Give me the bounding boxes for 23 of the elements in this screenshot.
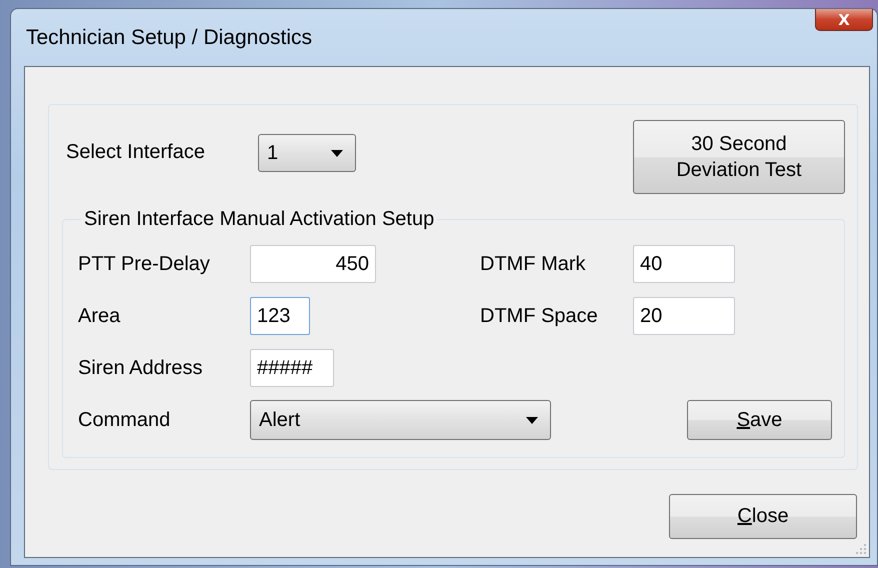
field-label: PTT Pre-Delay [78,252,211,276]
close-button[interactable]: X [815,9,873,31]
command-dropdown[interactable]: Alert [250,400,551,440]
deviation-test-button[interactable]: 30 Second Deviation Test [633,120,845,194]
field-label: DTMF Mark [480,252,587,276]
save-button[interactable]: Save [687,400,832,440]
input-field[interactable]: ##### [250,349,334,387]
interface-dropdown[interactable]: 1 [258,134,356,172]
input-field[interactable]: 123 [250,297,310,335]
field-label: Siren Address [78,356,204,380]
field-label: Select Interface [66,141,206,164]
caret-icon [331,150,343,156]
window-title: Technician Setup / Diagnostics [26,26,312,50]
resize-grip-icon [855,543,867,555]
close-button[interactable]: Close [669,494,857,539]
field-label: Area [78,304,122,328]
field-label: DTMF Space [480,304,599,328]
field-label: Command [78,408,172,432]
input-field[interactable]: 450 [250,245,376,283]
caret-icon [526,416,538,424]
input-field[interactable]: 20 [633,297,735,335]
input-field[interactable]: 40 [633,245,735,283]
group-title: Siren Interface Manual Activation Setup [83,208,436,231]
